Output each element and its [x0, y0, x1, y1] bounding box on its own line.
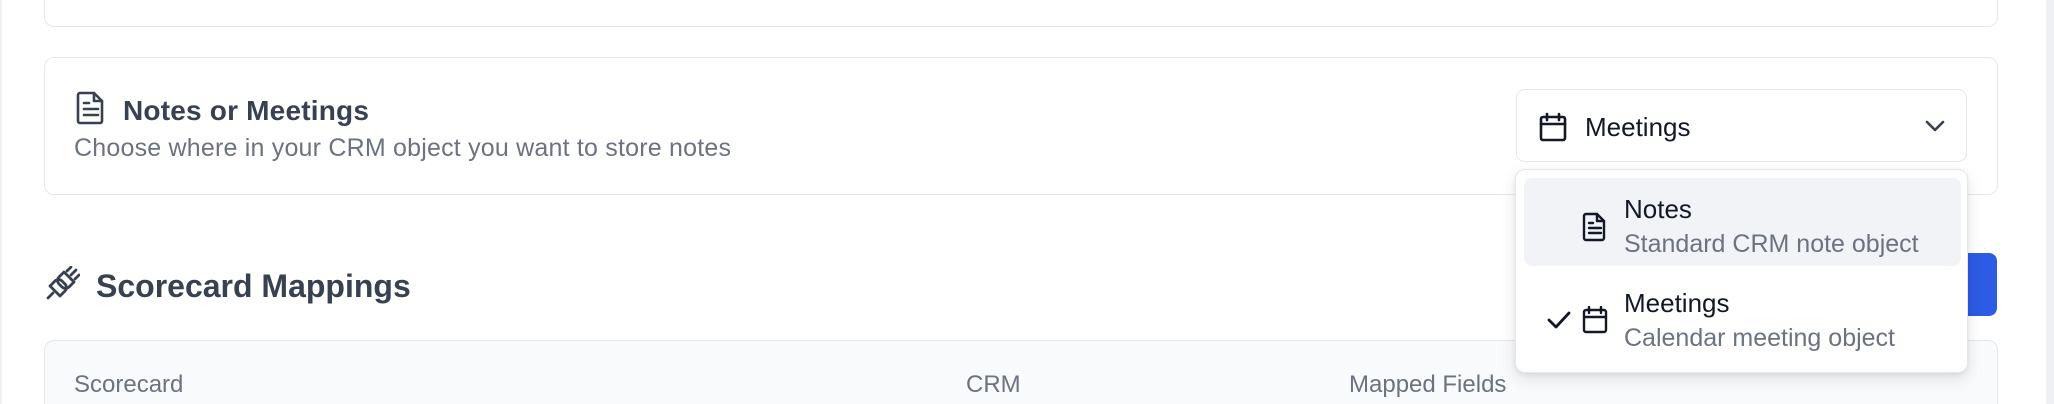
notes-storage-select[interactable]: Meetings: [1516, 89, 1967, 162]
page-left-edge: [0, 0, 2, 404]
document-icon: [1582, 212, 1608, 247]
document-icon: [75, 90, 107, 131]
option-description: Calendar meeting object: [1624, 324, 1895, 352]
column-header-mapped-fields: Mapped Fields: [1349, 371, 1507, 398]
calendar-icon: [1582, 305, 1608, 339]
select-current-value: Meetings: [1585, 112, 1691, 142]
column-header-crm: CRM: [966, 371, 1021, 398]
notes-section-description: Choose where in your CRM object you want…: [74, 134, 732, 162]
scorecard-mappings-title: Scorecard Mappings: [96, 268, 411, 304]
dropdown-option-meetings[interactable]: Meetings Calendar meeting object: [1524, 272, 1961, 360]
calendar-icon: [1539, 112, 1567, 147]
option-label: Meetings: [1624, 288, 1730, 318]
option-label: Notes: [1624, 194, 1692, 224]
check-icon: [1546, 310, 1572, 335]
scorecard-section-header: Scorecard Mappings: [44, 265, 411, 307]
notes-storage-dropdown-menu: Notes Standard CRM note object Meetings …: [1515, 169, 1968, 373]
option-description: Standard CRM note object: [1624, 230, 1919, 258]
plug-icon: [44, 265, 81, 307]
notes-title-row: Notes or Meetings: [75, 90, 369, 131]
dropdown-option-notes[interactable]: Notes Standard CRM note object: [1524, 178, 1961, 266]
page-scrollbar-track[interactable]: [2046, 0, 2054, 404]
chevron-down-icon: [1924, 116, 1946, 141]
column-header-scorecard: Scorecard: [74, 371, 184, 398]
notes-section-title: Notes or Meetings: [123, 94, 370, 126]
previous-settings-card: [44, 0, 1998, 27]
